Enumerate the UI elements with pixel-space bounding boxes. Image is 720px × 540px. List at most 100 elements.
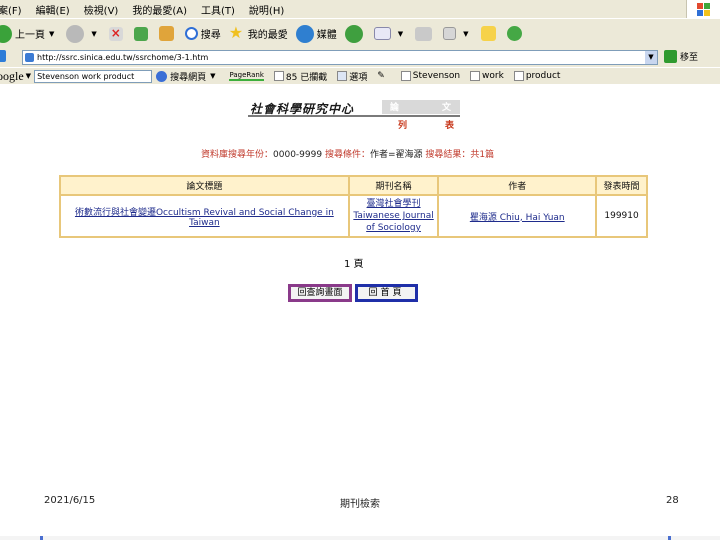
- highlight-word-1[interactable]: Stevenson: [400, 71, 461, 81]
- edit-button[interactable]: ▼: [443, 27, 472, 40]
- slide-page-number: 28: [666, 495, 679, 506]
- notes-button[interactable]: [480, 26, 499, 41]
- slide-center-text: 期刊檢索: [340, 499, 380, 510]
- chevron-down-icon[interactable]: ▼: [210, 72, 215, 80]
- home-button[interactable]: [158, 26, 177, 41]
- star-icon: ★: [228, 22, 244, 42]
- messenger-icon: [506, 26, 522, 41]
- page-indicator[interactable]: 1 頁: [344, 255, 364, 270]
- word-icon: [513, 71, 524, 81]
- popup-blocker[interactable]: 85 已攔截: [273, 70, 328, 83]
- go-button[interactable]: 移至: [664, 50, 698, 63]
- popup-blocker-label: 85 已攔截: [285, 72, 328, 83]
- taskbar-strip: [0, 536, 720, 540]
- back-label: 上一頁: [15, 30, 45, 41]
- mail-button[interactable]: ▼: [373, 27, 407, 40]
- forward-arrow-icon: [66, 24, 85, 43]
- toolbar: 上一頁 ▼ ▼ × 搜尋 ★ 我的最愛 媒體 ▼ ▼: [0, 18, 720, 48]
- options-button[interactable]: 選項: [337, 70, 367, 83]
- chevron-down-icon[interactable]: ▼: [645, 51, 657, 64]
- cell-title: 術數流行與社會變遷Occultism Revival and Social Ch…: [61, 196, 348, 236]
- home-page-button[interactable]: 回首頁: [355, 284, 418, 302]
- browser-chrome: 案(F) 編輯(E) 檢視(V) 我的最愛(A) 工具(T) 說明(H) 上一頁…: [0, 0, 720, 84]
- page-icon: [0, 50, 6, 62]
- cell-journal: 臺灣社會學刊 Taiwanese Journal of Sociology: [349, 196, 438, 236]
- highlight-button[interactable]: ✎: [377, 71, 391, 81]
- pagerank-indicator[interactable]: PageRank: [229, 71, 264, 81]
- table-header-row: 論文標題 期刊名稱 作者 發表時間: [61, 177, 646, 194]
- print-button[interactable]: [415, 26, 435, 41]
- go-arrow-icon: [664, 50, 677, 63]
- popup-blocker-icon: [273, 71, 284, 81]
- cell-date: 199910: [597, 196, 646, 236]
- refresh-icon: [133, 26, 148, 41]
- favorites-button[interactable]: ★ 我的最愛: [228, 22, 288, 43]
- menu-file[interactable]: 案(F): [0, 2, 22, 17]
- address-url: http://ssrc.sinica.edu.tw/ssrchome/3-1.h…: [37, 53, 209, 62]
- year-value: 0000-9999: [273, 150, 323, 160]
- logo-tab: 論 文: [382, 100, 460, 114]
- cell-author: 瞿海源 Chiu, Hai Yuan: [439, 196, 596, 236]
- stop-button[interactable]: ×: [108, 25, 126, 41]
- back-to-search-button[interactable]: 回查詢畫面: [288, 284, 352, 302]
- home-icon: [158, 26, 174, 41]
- logo-sub-right: 表: [445, 121, 455, 131]
- history-button[interactable]: [344, 24, 366, 43]
- highlight-word-label: work: [482, 71, 504, 81]
- history-clock-icon: [344, 24, 363, 43]
- year-label: 資料庫搜尋年份：: [201, 150, 274, 160]
- address-bar: http://ssrc.sinica.edu.tw/ssrchome/3-1.h…: [0, 48, 720, 67]
- word-icon: [470, 71, 481, 81]
- windows-logo-icon: [686, 0, 720, 18]
- highlight-word-label: Stevenson: [412, 71, 461, 81]
- header-journal: 期刊名稱: [349, 177, 438, 194]
- go-label: 移至: [680, 53, 699, 63]
- menu-edit[interactable]: 編輯(E): [36, 2, 70, 17]
- chevron-down-icon[interactable]: ▼: [49, 30, 54, 38]
- author-link[interactable]: 瞿海源 Chiu, Hai Yuan: [470, 213, 565, 223]
- condition-value: 作者=翟海源: [369, 150, 423, 160]
- media-globe-icon: [295, 24, 314, 43]
- query-summary: 資料庫搜尋年份：0000-9999 搜尋條件：作者=翟海源 搜尋結果：共1篇: [201, 147, 494, 160]
- menu-favorites[interactable]: 我的最愛(A): [132, 2, 187, 17]
- paper-title-link[interactable]: 術數流行與社會變遷Occultism Revival and Social Ch…: [75, 208, 334, 228]
- address-input[interactable]: http://ssrc.sinica.edu.tw/ssrchome/3-1.h…: [22, 50, 658, 65]
- forward-button[interactable]: ▼: [66, 24, 100, 43]
- media-button[interactable]: 媒體: [295, 24, 337, 43]
- header-author: 作者: [439, 177, 596, 194]
- header-date: 發表時間: [597, 177, 646, 194]
- search-web-label: 搜尋網頁: [170, 72, 207, 83]
- chevron-down-icon[interactable]: ▼: [26, 72, 31, 80]
- menu-help[interactable]: 說明(H): [249, 2, 284, 17]
- media-label: 媒體: [316, 30, 337, 41]
- chevron-down-icon[interactable]: ▼: [398, 30, 403, 38]
- highlight-word-3[interactable]: product: [513, 71, 560, 81]
- logo-divider: [248, 115, 460, 117]
- chevron-down-icon[interactable]: ▼: [463, 30, 468, 38]
- journal-name-en-link[interactable]: Taiwanese Journal of Sociology: [353, 211, 433, 233]
- journal-name-cn-link[interactable]: 臺灣社會學刊: [367, 199, 421, 209]
- menu-view[interactable]: 檢視(V): [84, 2, 119, 17]
- messenger-button[interactable]: [506, 26, 525, 41]
- printer-icon: [415, 26, 433, 41]
- highlight-word-2[interactable]: work: [470, 71, 504, 81]
- back-button[interactable]: 上一頁 ▼: [0, 24, 58, 43]
- mail-icon: [373, 27, 391, 40]
- search-label: 搜尋: [200, 30, 221, 41]
- google-logo: oogle: [0, 68, 24, 83]
- site-logo: 社會科學研究中心 論 文 列 表: [248, 99, 460, 131]
- chevron-down-icon[interactable]: ▼: [91, 30, 96, 38]
- table-row: 術數流行與社會變遷Occultism Revival and Social Ch…: [61, 196, 646, 236]
- screenshot: 案(F) 編輯(E) 檢視(V) 我的最愛(A) 工具(T) 說明(H) 上一頁…: [0, 0, 720, 540]
- refresh-button[interactable]: [133, 26, 151, 41]
- favorites-label: 我的最愛: [247, 30, 288, 41]
- search-web-button[interactable]: 搜尋網頁 ▼: [156, 70, 219, 83]
- slide-date: 2021/6/15: [44, 495, 96, 506]
- note-icon: [480, 26, 496, 41]
- stop-icon: ×: [108, 25, 123, 41]
- search-button[interactable]: 搜尋: [184, 26, 221, 41]
- google-search-input[interactable]: Stevenson work product: [34, 69, 153, 83]
- menu-tools[interactable]: 工具(T): [201, 2, 235, 17]
- back-arrow-icon: [0, 24, 12, 43]
- logo-tab-left: 論: [390, 103, 400, 113]
